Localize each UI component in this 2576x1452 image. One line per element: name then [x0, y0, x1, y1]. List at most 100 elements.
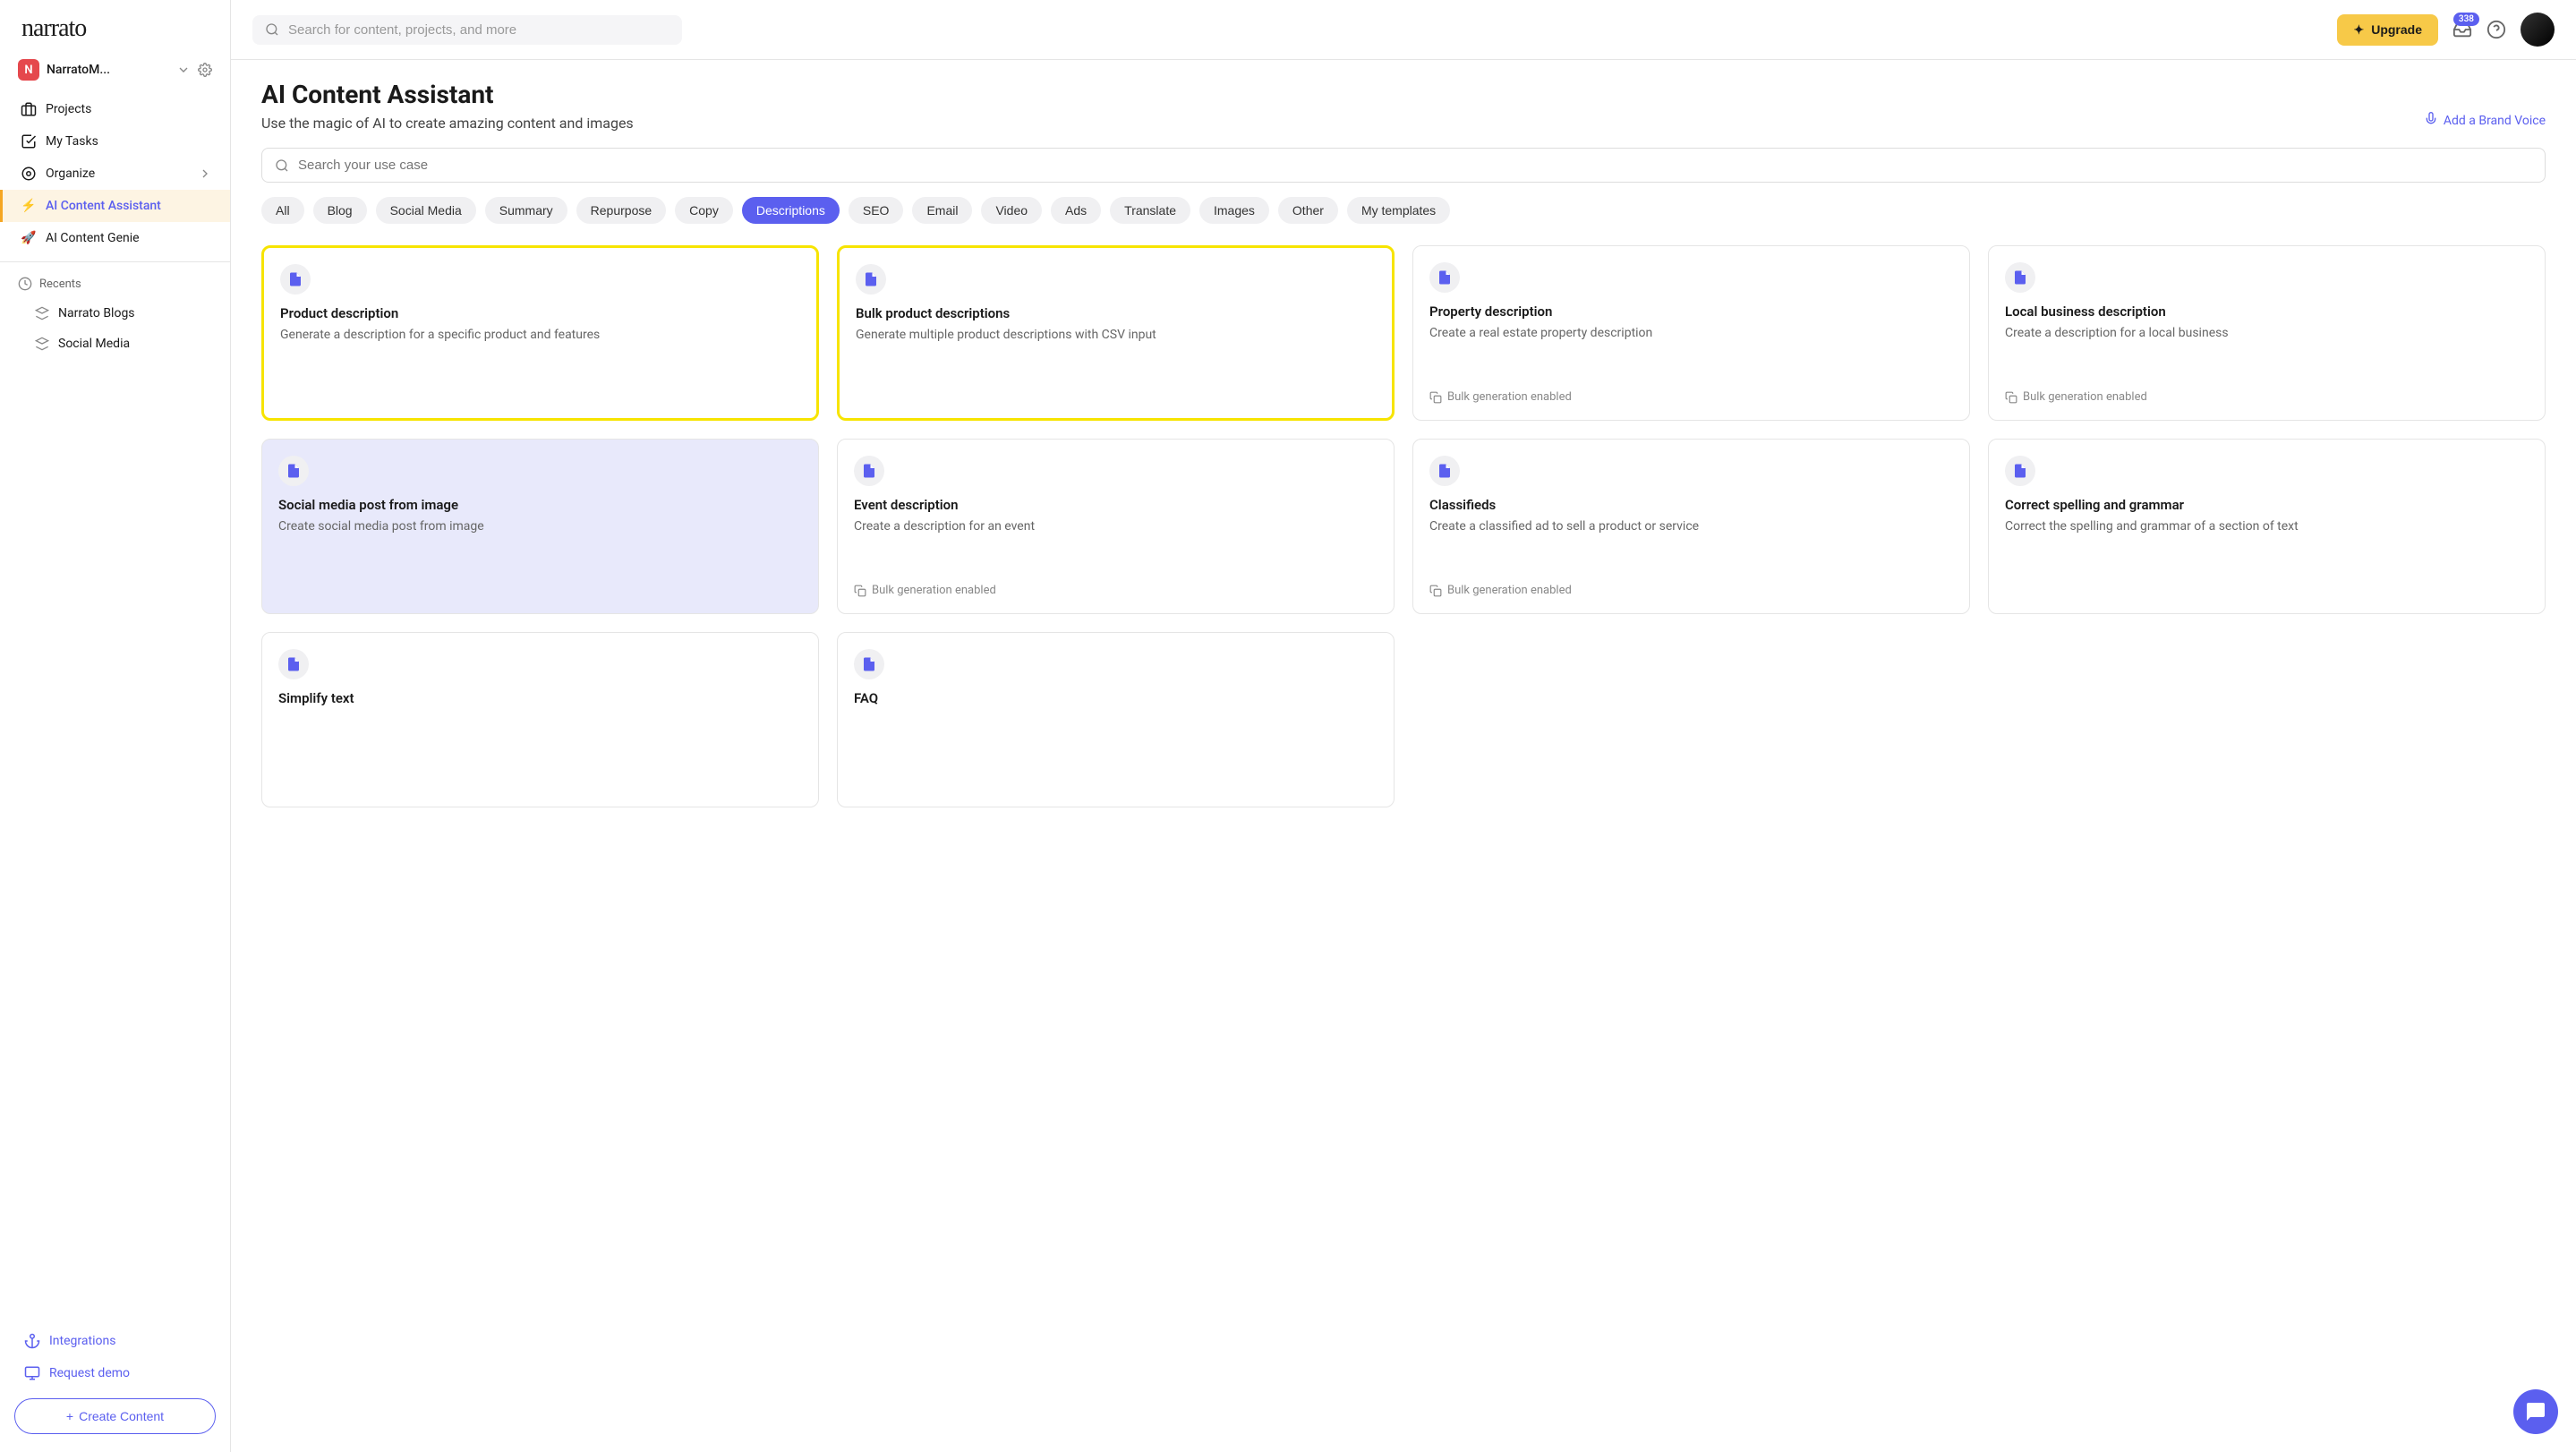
card-title: Event description	[854, 497, 1378, 513]
usecase-input[interactable]	[298, 158, 2532, 173]
nav-label: Organize	[46, 167, 189, 181]
nav-my-tasks[interactable]: My Tasks	[0, 125, 230, 158]
filter-chip[interactable]: Copy	[675, 197, 733, 224]
document-icon	[1429, 456, 1460, 486]
bulk-label: Bulk generation enabled	[1429, 390, 1953, 404]
anchor-icon	[24, 1333, 40, 1349]
nav-ai-genie[interactable]: 🚀 AI Content Genie	[0, 222, 230, 254]
document-icon	[2005, 262, 2035, 293]
nav-request-demo[interactable]: Request demo	[14, 1357, 216, 1389]
nav-label: My Tasks	[46, 134, 98, 149]
card-desc: Create social media post from image	[278, 518, 802, 536]
help-icon[interactable]	[2486, 20, 2506, 39]
nav-organize[interactable]: Organize	[0, 158, 230, 190]
card-desc: Generate multiple product descriptions w…	[856, 327, 1376, 345]
plus-icon: +	[66, 1409, 73, 1423]
document-icon	[280, 264, 311, 295]
layers-icon	[35, 306, 49, 320]
document-icon	[278, 456, 309, 486]
recent-item[interactable]: Narrato Blogs	[0, 298, 230, 329]
template-card[interactable]: Event description Create a description fo…	[837, 439, 1395, 614]
card-desc: Create a real estate property descriptio…	[1429, 325, 1953, 343]
chevron-down-icon[interactable]	[176, 63, 191, 77]
filter-chip[interactable]: SEO	[849, 197, 904, 224]
mic-icon	[2424, 112, 2438, 130]
page-title: AI Content Assistant	[261, 80, 634, 109]
filter-chip[interactable]: Summary	[485, 197, 567, 224]
nav-ai-assistant[interactable]: ⚡ AI Content Assistant	[0, 190, 230, 222]
sidebar-footer: Integrations Request demo + Create Conte…	[0, 1314, 230, 1452]
filter-chip[interactable]: Descriptions	[742, 197, 840, 224]
topbar: ✦ Upgrade 338	[231, 0, 2576, 60]
rocket-icon: 🚀	[21, 230, 37, 246]
card-title: Social media post from image	[278, 497, 802, 513]
monitor-icon	[24, 1365, 40, 1381]
filter-chip[interactable]: Images	[1199, 197, 1269, 224]
card-desc: Create a description for an event	[854, 518, 1378, 536]
gear-icon[interactable]	[198, 63, 212, 77]
content: AI Content Assistant Use the magic of AI…	[231, 60, 2576, 1452]
avatar[interactable]	[2521, 13, 2555, 47]
template-cards: Product descriptionGenerate a descriptio…	[261, 245, 2546, 807]
inbox-icon[interactable]: 338	[2452, 20, 2472, 39]
template-card[interactable]: Property description Create a real estate…	[1412, 245, 1970, 421]
recent-item[interactable]: Social Media	[0, 329, 230, 359]
nav-projects[interactable]: Projects	[0, 93, 230, 125]
add-brand-voice[interactable]: Add a Brand Voice	[2424, 112, 2546, 130]
workspace-switcher[interactable]: N NarratoM...	[0, 50, 230, 93]
filter-chip[interactable]: Video	[981, 197, 1042, 224]
template-card[interactable]: Local business description Create a descr…	[1988, 245, 2546, 421]
card-desc: Correct the spelling and grammar of a se…	[2005, 518, 2529, 536]
filter-chip[interactable]: All	[261, 197, 304, 224]
document-icon	[278, 649, 309, 679]
bulk-label: Bulk generation enabled	[1429, 584, 1953, 597]
clock-icon	[18, 277, 32, 291]
filter-chip[interactable]: Social Media	[376, 197, 476, 224]
card-desc: Create a description for a local busines…	[2005, 325, 2529, 343]
nav-label: AI Content Genie	[46, 231, 140, 245]
document-icon	[856, 264, 886, 295]
card-title: Classifieds	[1429, 497, 1953, 513]
document-icon	[854, 649, 884, 679]
filter-chip[interactable]: Ads	[1051, 197, 1101, 224]
template-card[interactable]: Product descriptionGenerate a descriptio…	[261, 245, 819, 421]
filter-chip[interactable]: Blog	[313, 197, 367, 224]
document-icon	[2005, 456, 2035, 486]
template-card[interactable]: Correct spelling and grammar Correct the …	[1988, 439, 2546, 614]
template-card[interactable]: FAQ	[837, 632, 1395, 807]
filter-chip[interactable]: Email	[912, 197, 972, 224]
filter-chip[interactable]: Other	[1278, 197, 1338, 224]
card-title: Correct spelling and grammar	[2005, 497, 2529, 513]
nav-label: Integrations	[49, 1334, 115, 1348]
chat-bubble[interactable]	[2513, 1389, 2558, 1434]
nav-integrations[interactable]: Integrations	[14, 1325, 216, 1357]
workspace-name: NarratoM...	[47, 63, 169, 77]
card-desc: Create a classified ad to sell a product…	[1429, 518, 1953, 536]
filter-chip[interactable]: Translate	[1110, 197, 1190, 224]
bolt-icon: ⚡	[21, 198, 37, 214]
template-card[interactable]: Social media post from image Create socia…	[261, 439, 819, 614]
nav: Projects My Tasks Organize ⚡ AI Content …	[0, 93, 230, 254]
template-card[interactable]: Classifieds Create a classified ad to sel…	[1412, 439, 1970, 614]
upgrade-button[interactable]: ✦ Upgrade	[2337, 14, 2438, 46]
global-search[interactable]	[252, 15, 682, 45]
card-title: Property description	[1429, 303, 1953, 320]
filter-chip[interactable]: My templates	[1347, 197, 1450, 224]
document-icon	[854, 456, 884, 486]
create-content-button[interactable]: + Create Content	[14, 1398, 216, 1434]
filter-chip[interactable]: Repurpose	[576, 197, 667, 224]
card-title: Local business description	[2005, 303, 2529, 320]
check-icon	[21, 133, 37, 149]
layers-icon	[35, 337, 49, 351]
nav-label: Projects	[46, 102, 91, 116]
template-card[interactable]: Bulk product descriptionsGenerate multip…	[837, 245, 1395, 421]
bulk-label: Bulk generation enabled	[2005, 390, 2529, 404]
sparkle-icon: ✦	[2353, 22, 2364, 38]
nav-label: Request demo	[49, 1366, 130, 1380]
bulk-label: Bulk generation enabled	[854, 584, 1378, 597]
template-card[interactable]: Simplify text	[261, 632, 819, 807]
card-desc: Generate a description for a specific pr…	[280, 327, 800, 345]
sidebar: narrato N NarratoM... Projects My Tasks …	[0, 0, 231, 1452]
usecase-search[interactable]	[261, 148, 2546, 183]
search-input[interactable]	[288, 22, 670, 38]
